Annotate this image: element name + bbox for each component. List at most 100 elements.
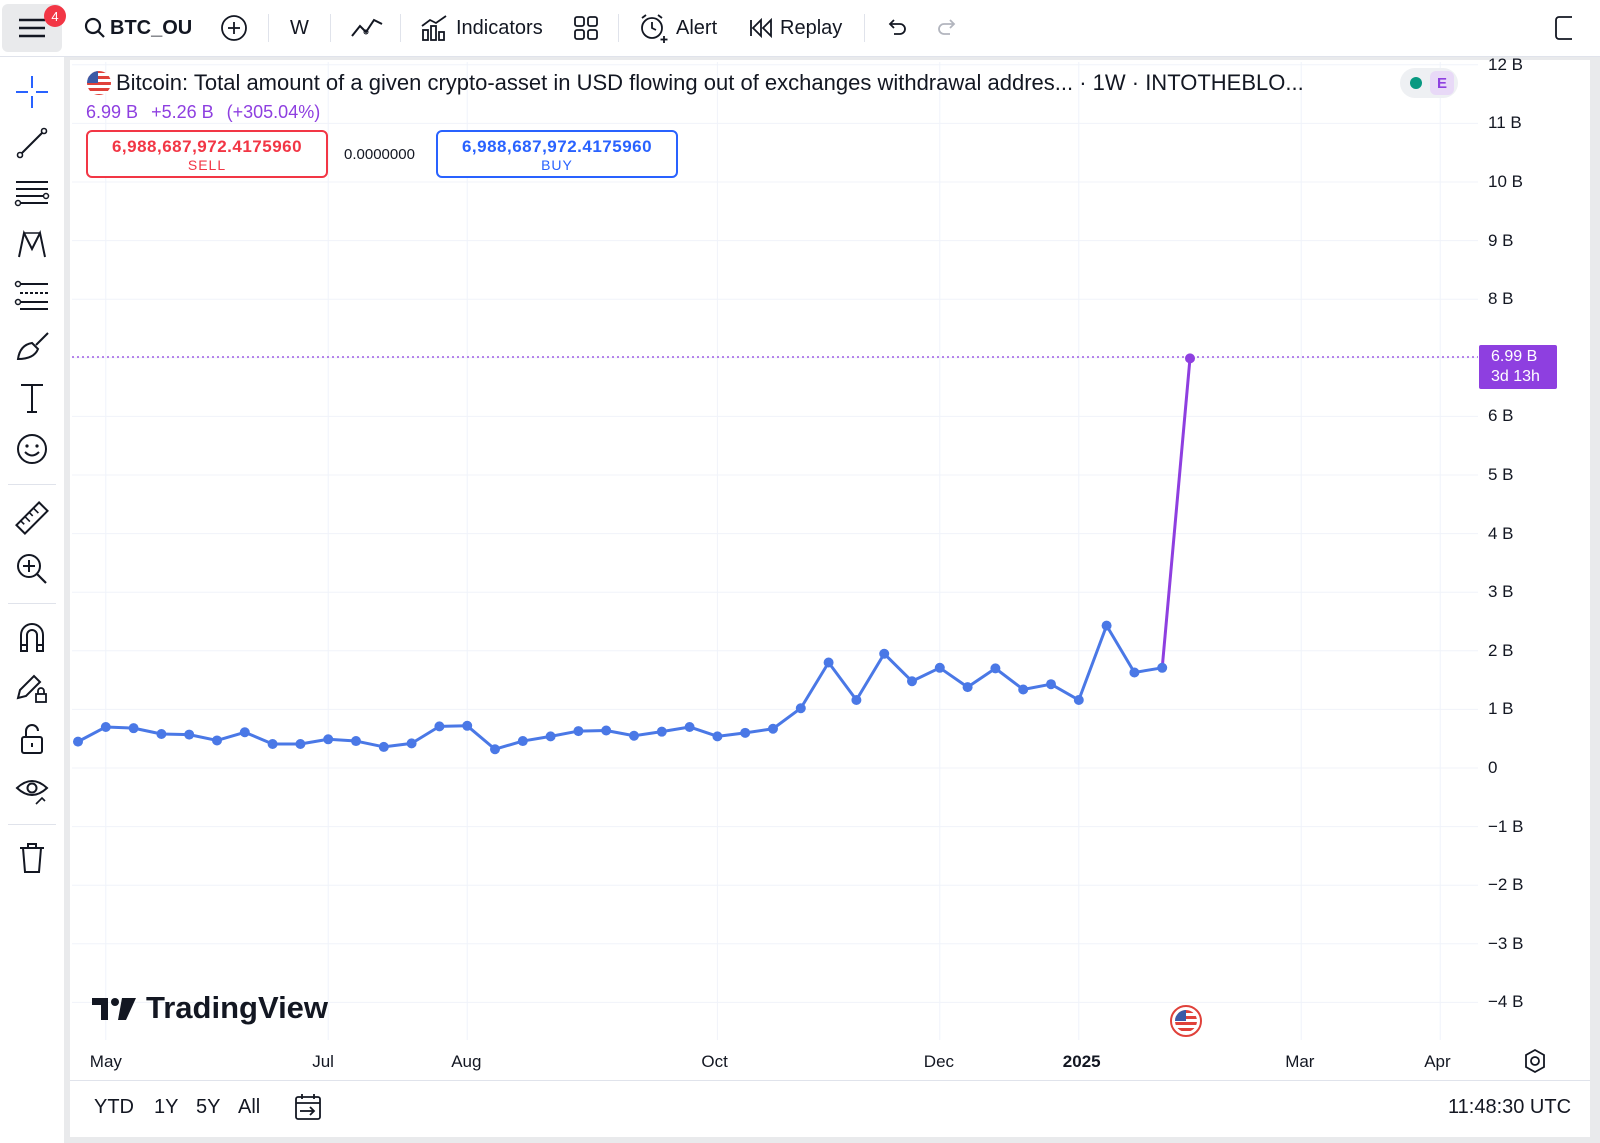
tv-logo-icon: [92, 998, 136, 1020]
series-values: 6.99 B +5.26 B (+305.04%): [86, 102, 328, 123]
drawing-toolbar: [0, 57, 64, 1143]
time-axis-label: Mar: [1285, 1052, 1315, 1071]
grid-icon: [574, 16, 598, 40]
top-toolbar: 4 BTC_OU W Indicators Alert Replay: [0, 0, 1600, 57]
trend-line-icon: [16, 127, 48, 159]
forecast-tool[interactable]: [10, 276, 54, 316]
replay-label: Replay: [780, 16, 843, 39]
indicators-button[interactable]: Indicators: [420, 0, 543, 56]
fullscreen-button[interactable]: [1552, 0, 1572, 56]
price-axis-label: 11 B: [1488, 113, 1522, 133]
hide-drawings-tool[interactable]: [10, 770, 54, 810]
crosshair-tool[interactable]: [10, 72, 54, 112]
undo-button[interactable]: [884, 0, 908, 56]
sidebar-divider: [8, 484, 56, 485]
interval-label: W: [290, 16, 309, 39]
trash-icon: [20, 843, 44, 873]
range-5y[interactable]: 5Y: [196, 1096, 220, 1119]
price-axis-label: 2 B: [1488, 640, 1514, 660]
change-percent: (+305.04%): [226, 102, 321, 122]
time-axis-label: Dec: [923, 1052, 955, 1071]
smiley-icon: [17, 434, 47, 464]
price-axis-label: 6 B: [1488, 406, 1514, 426]
tradingview-logo[interactable]: TradingView: [90, 990, 328, 1026]
text-tool[interactable]: [10, 378, 54, 418]
symbol-search[interactable]: BTC_OU: [84, 0, 192, 56]
indicators-label: Indicators: [456, 16, 543, 39]
range-1y[interactable]: 1Y: [154, 1096, 178, 1119]
chart-type-button[interactable]: [350, 0, 384, 56]
layout-button[interactable]: [572, 0, 600, 56]
alert-button[interactable]: Alert: [638, 0, 717, 56]
eye-icon: [15, 780, 49, 805]
pattern-tool[interactable]: [10, 225, 54, 265]
range-ytd[interactable]: YTD: [94, 1096, 134, 1119]
replay-button[interactable]: Replay: [748, 0, 842, 56]
last-price-tag: 6.99 B 3d 13h: [1479, 345, 1557, 389]
magnet-icon: [20, 623, 44, 652]
us-flag-icon: [87, 71, 111, 95]
indicators-icon: [421, 15, 447, 41]
settings-icon[interactable]: [1522, 1048, 1548, 1074]
search-icon: [84, 17, 105, 38]
brush-icon: [16, 332, 49, 361]
magnet-tool[interactable]: [10, 617, 54, 657]
pencil-lock-icon: [16, 674, 47, 703]
fib-tool[interactable]: [10, 174, 54, 214]
time-axis-label: Jul: [312, 1052, 334, 1071]
sell-button[interactable]: 6,988,687,972.4175960 SELL: [86, 130, 328, 178]
price-axis-label: −4 B: [1488, 992, 1524, 1012]
time-axis-label: May: [89, 1052, 122, 1071]
ruler-icon: [15, 501, 49, 535]
pattern-icon: [18, 229, 46, 258]
price-axis-label: −1 B: [1488, 816, 1524, 836]
chart-pane[interactable]: [70, 60, 1590, 1134]
redo-button[interactable]: [936, 0, 960, 56]
price-axis-label: 9 B: [1488, 230, 1514, 250]
symbol-label: BTC_OU: [110, 16, 193, 39]
emoji-tool[interactable]: [10, 429, 54, 469]
rewind-icon: [750, 17, 772, 39]
spread-value: 0.0000000: [344, 146, 415, 163]
plus-circle-icon: [221, 15, 247, 41]
status-dot: [1410, 77, 1422, 89]
price-axis-label: 8 B: [1488, 289, 1514, 309]
earnings-badge: E: [1430, 71, 1454, 95]
goto-date-icon[interactable]: [292, 1092, 324, 1122]
remove-drawings-tool[interactable]: [10, 838, 54, 878]
last-value: 6.99 B: [86, 102, 139, 122]
series-title[interactable]: Bitcoin: Total amount of a given crypto-…: [116, 70, 1304, 96]
time-axis-label: Aug: [451, 1052, 482, 1071]
event-flag-icon[interactable]: [1169, 1004, 1203, 1038]
lock-drawing-tool[interactable]: [10, 668, 54, 708]
undo-icon: [888, 19, 906, 35]
zoom-tool[interactable]: [10, 549, 54, 589]
measure-tool[interactable]: [10, 498, 54, 538]
range-all[interactable]: All: [238, 1096, 260, 1119]
sidebar-divider: [8, 603, 56, 604]
brush-tool[interactable]: [10, 327, 54, 367]
unlock-icon: [21, 724, 43, 754]
toolbar-divider: [330, 14, 331, 42]
indicator-status-pill[interactable]: E: [1400, 68, 1458, 98]
toolbar-divider: [400, 14, 401, 42]
interval-button[interactable]: W: [290, 0, 309, 56]
price-axis-label: 12 B: [1488, 54, 1523, 74]
price-axis-label: 4 B: [1488, 523, 1514, 543]
compare-button[interactable]: [220, 0, 248, 56]
buy-button[interactable]: 6,988,687,972.4175960 BUY: [436, 130, 678, 178]
sell-label: SELL: [187, 157, 227, 173]
change-value: +5.26 B: [151, 102, 214, 122]
trend-line-tool[interactable]: [10, 123, 54, 163]
price-axis-label: 1 B: [1488, 699, 1514, 719]
buy-price: 6,988,687,972.4175960: [461, 137, 653, 156]
watermark-text: TradingView: [146, 990, 329, 1025]
sidebar-divider: [8, 824, 56, 825]
alert-label: Alert: [676, 16, 718, 39]
redo-icon: [938, 19, 956, 35]
lock-all-tool[interactable]: [10, 719, 54, 759]
sliders-icon: [14, 280, 48, 310]
zoom-in-icon: [17, 554, 47, 584]
alarm-clock-icon: [641, 14, 668, 43]
toolbar-divider: [864, 14, 865, 42]
